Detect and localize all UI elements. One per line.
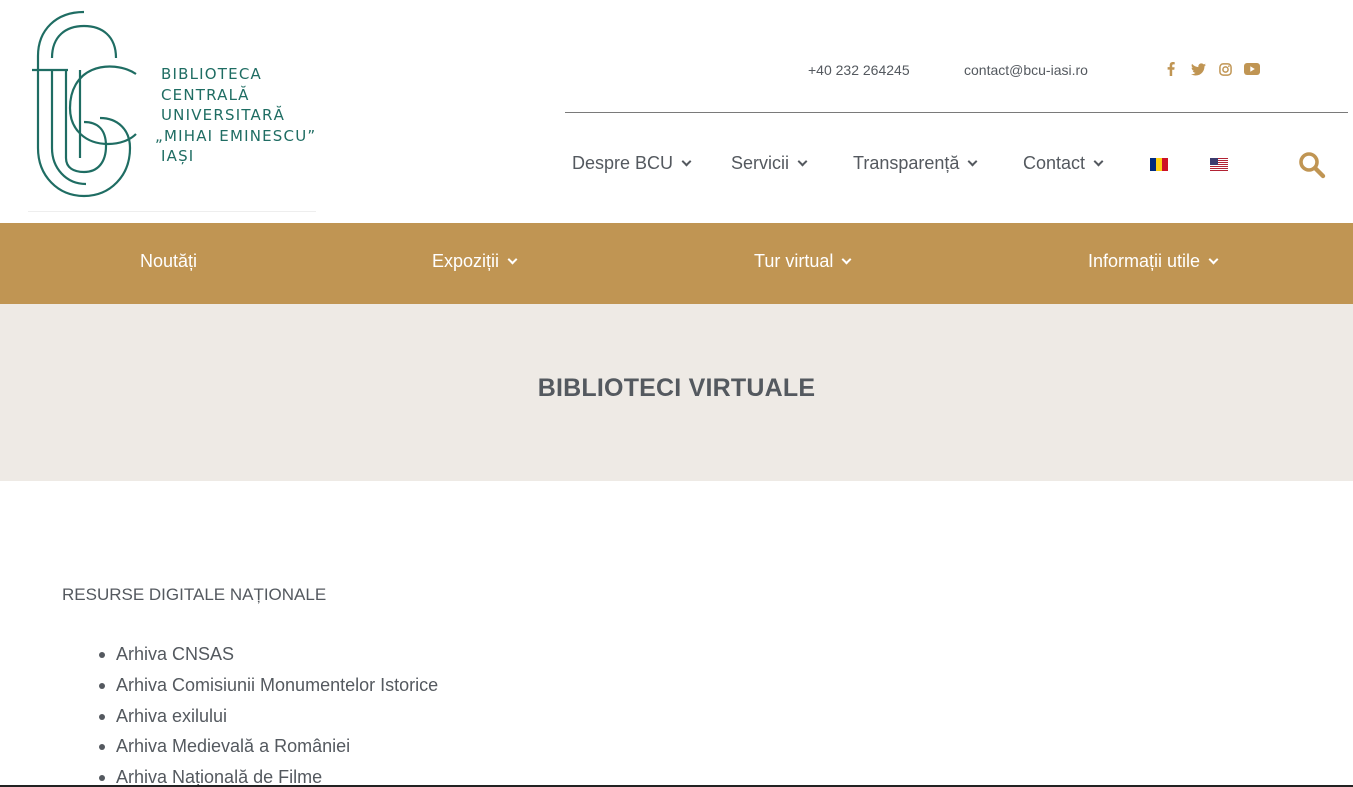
- nav-item-label: Tur virtual: [754, 251, 834, 271]
- page-title: BIBLIOTECI VIRTUALE: [537, 374, 816, 402]
- main-navigation: Despre BCU Servicii Transparență Contact: [565, 145, 1353, 189]
- chevron-down-icon: [681, 156, 692, 166]
- nav-item-label: Expoziții: [432, 251, 500, 271]
- section-heading: RESURSE DIGITALE NAȚIONALE: [62, 585, 327, 604]
- secondary-navigation: Noutăți Expoziții Tur virtual Informații…: [0, 223, 1353, 304]
- email-link[interactable]: contact@bcu-iasi.ro: [964, 62, 1088, 78]
- nav-item-contact[interactable]: Contact: [1023, 153, 1104, 174]
- site-header: BIBLIOTECA CENTRALĂ UNIVERSITARĂ „MIHAI …: [0, 0, 1353, 223]
- phone-link[interactable]: +40 232 264245: [808, 62, 910, 78]
- logo-line: UNIVERSITARĂ: [161, 106, 286, 124]
- nav-item-label: Despre BCU: [572, 153, 674, 173]
- nav-item-despre-bcu[interactable]: Despre BCU: [572, 153, 692, 174]
- logo-line: CENTRALĂ: [161, 85, 250, 104]
- resource-link[interactable]: Arhiva CNSAS: [98, 643, 438, 674]
- chevron-down-icon: [1093, 156, 1104, 166]
- logo-text: BIBLIOTECA CENTRALĂ UNIVERSITARĂ „MIHAI …: [155, 64, 316, 167]
- logo-line: BIBLIOTECA: [161, 65, 262, 83]
- romanian-flag-icon[interactable]: [1150, 158, 1168, 171]
- nav-item-label: Contact: [1023, 153, 1086, 173]
- resource-link[interactable]: Arhiva Națională de Filme: [98, 766, 438, 787]
- us-flag-icon[interactable]: [1210, 158, 1228, 171]
- youtube-icon[interactable]: [1244, 61, 1260, 77]
- search-icon[interactable]: [1298, 151, 1326, 179]
- facebook-icon[interactable]: [1163, 61, 1179, 77]
- nav-item-tur-virtual[interactable]: Tur virtual: [754, 251, 852, 272]
- nav-item-noutati[interactable]: Noutăți: [140, 251, 197, 272]
- resource-link[interactable]: Arhiva exilului: [98, 705, 438, 736]
- chevron-down-icon: [1208, 254, 1219, 264]
- logo-line: „MIHAI EMINESCU”: [155, 126, 317, 145]
- resource-link[interactable]: Arhiva Comisiunii Monumentelor Istorice: [98, 674, 438, 705]
- chevron-down-icon: [841, 254, 852, 264]
- resource-list: Arhiva CNSAS Arhiva Comisiunii Monumente…: [98, 643, 438, 787]
- nav-item-label: Servicii: [731, 153, 790, 173]
- chevron-down-icon: [507, 254, 518, 264]
- chevron-down-icon: [797, 156, 808, 166]
- twitter-icon[interactable]: [1190, 61, 1206, 77]
- nav-item-label: Informații utile: [1088, 251, 1201, 271]
- nav-item-expozitii[interactable]: Expoziții: [432, 251, 518, 272]
- chevron-down-icon: [967, 156, 978, 166]
- nav-item-informatii-utile[interactable]: Informații utile: [1088, 251, 1219, 272]
- resource-link[interactable]: Arhiva Medievală a României: [98, 735, 438, 766]
- logo-line: IAȘI: [161, 147, 195, 165]
- site-logo[interactable]: BIBLIOTECA CENTRALĂ UNIVERSITARĂ „MIHAI …: [28, 6, 316, 212]
- top-bar: +40 232 264245 contact@bcu-iasi.ro: [565, 56, 1348, 113]
- bcu-monogram-icon: [32, 10, 137, 198]
- page-title-banner: BIBLIOTECI VIRTUALE: [0, 304, 1353, 481]
- nav-item-label: Transparență: [853, 153, 960, 173]
- nav-item-servicii[interactable]: Servicii: [731, 153, 808, 174]
- instagram-icon[interactable]: [1217, 61, 1233, 77]
- nav-item-transparenta[interactable]: Transparență: [853, 153, 978, 174]
- nav-item-label: Noutăți: [140, 251, 198, 271]
